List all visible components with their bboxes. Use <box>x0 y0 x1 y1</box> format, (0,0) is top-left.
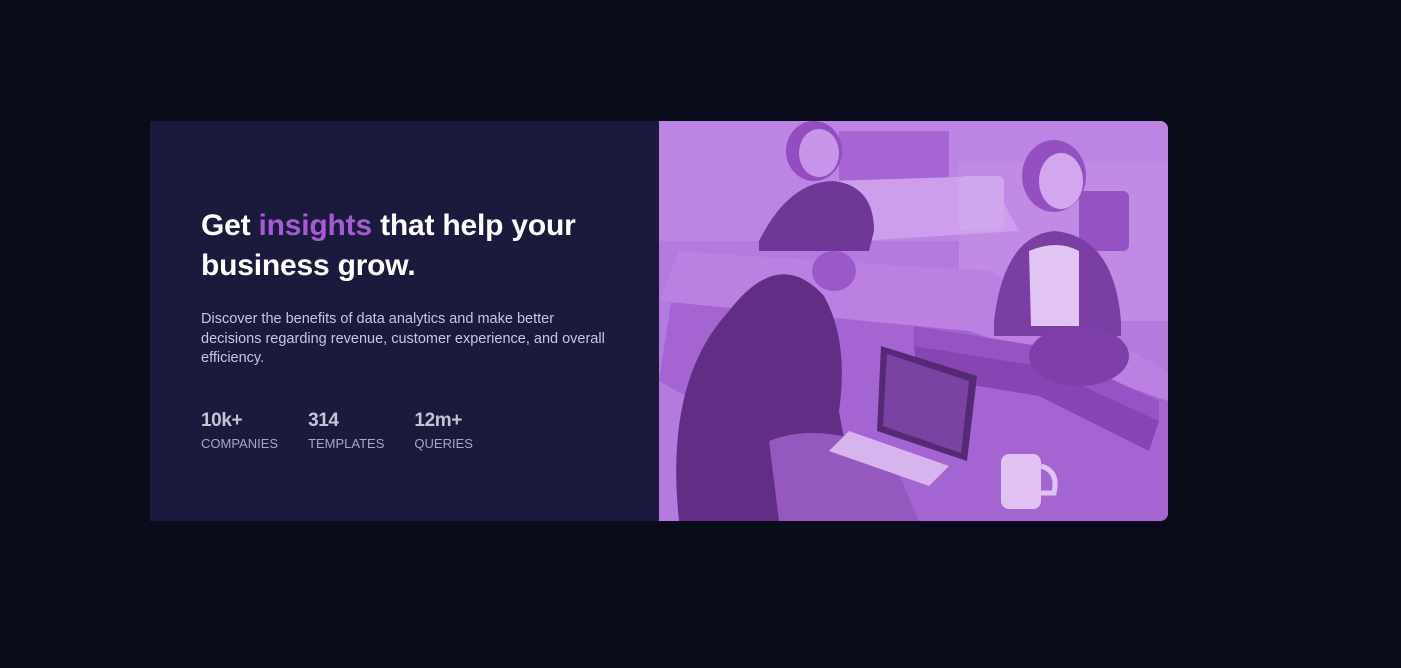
headline: Get insights that help your business gro… <box>201 206 609 286</box>
stats-row: 10k+ COMPANIES 314 TEMPLATES 12m+ QUERIE… <box>201 409 609 453</box>
headline-start: Get <box>201 209 259 242</box>
stats-preview-card: Get insights that help your business gro… <box>150 121 1168 521</box>
card-text-panel: Get insights that help your business gro… <box>150 121 659 521</box>
stat-templates: 314 TEMPLATES <box>308 409 384 453</box>
stat-label: COMPANIES <box>201 435 279 451</box>
office-photo-illustration <box>659 121 1168 521</box>
office-team-image <box>659 121 1168 521</box>
stat-label: TEMPLATES <box>308 435 385 451</box>
stat-value: 314 <box>308 409 339 431</box>
stat-label: QUERIES <box>414 435 473 451</box>
headline-accent: insights <box>258 209 373 242</box>
stat-value: 12m+ <box>414 409 462 431</box>
stat-companies: 10k+ COMPANIES <box>201 409 278 453</box>
stat-queries: 12m+ QUERIES <box>414 409 473 453</box>
subtitle: Discover the benefits of data analytics … <box>201 311 605 366</box>
stat-value: 10k+ <box>201 409 243 431</box>
